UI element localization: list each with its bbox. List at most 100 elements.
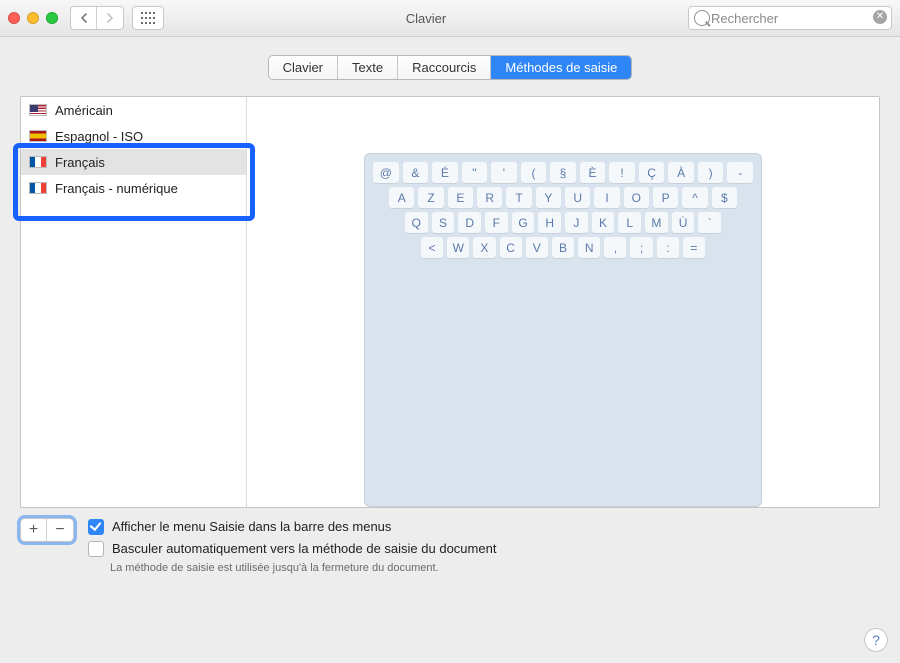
key: , <box>604 237 626 258</box>
input-source-francais[interactable]: Français <box>21 149 246 175</box>
bottom-controls: + − Afficher le menu Saisie dans la barr… <box>20 518 880 574</box>
key: X <box>473 237 495 258</box>
nav-buttons <box>70 6 124 30</box>
flag-fr-icon <box>29 156 47 168</box>
key: R <box>477 187 502 208</box>
keyboard-row-4: <WXCVBN,;:= <box>371 237 755 258</box>
key: D <box>458 212 481 233</box>
key: ( <box>521 162 547 183</box>
add-input-source-button[interactable]: + <box>21 519 47 541</box>
add-remove-buttons: + − <box>20 518 74 542</box>
key: O <box>624 187 649 208</box>
key: F <box>485 212 508 233</box>
key: ) <box>698 162 724 183</box>
zoom-window-icon[interactable] <box>46 12 58 24</box>
chevron-right-icon <box>106 13 114 23</box>
key: = <box>683 237 705 258</box>
flag-us-icon <box>29 104 47 116</box>
titlebar: Clavier Rechercher ✕ <box>0 0 900 37</box>
key: Y <box>536 187 561 208</box>
key: Ù <box>672 212 695 233</box>
key: V <box>526 237 548 258</box>
search-placeholder: Rechercher <box>711 11 778 26</box>
forward-button[interactable] <box>97 7 123 29</box>
key: § <box>550 162 576 183</box>
input-source-espagnol-iso[interactable]: Espagnol - ISO <box>21 123 246 149</box>
option-auto-switch[interactable]: Basculer automatiquement vers la méthode… <box>88 540 880 558</box>
key: N <box>578 237 600 258</box>
checkbox-show-input-menu[interactable] <box>88 519 104 535</box>
key: K <box>592 212 615 233</box>
key: É <box>432 162 458 183</box>
key: W <box>447 237 469 258</box>
segmented-control: Clavier Texte Raccourcis Méthodes de sai… <box>268 55 633 80</box>
input-sources-list: Américain Espagnol - ISO Français França… <box>21 97 247 507</box>
back-button[interactable] <box>71 7 97 29</box>
key: & <box>403 162 429 183</box>
key: ^ <box>682 187 707 208</box>
key: G <box>512 212 535 233</box>
key: " <box>462 162 488 183</box>
key: J <box>565 212 588 233</box>
key: - <box>727 162 753 183</box>
input-source-americain[interactable]: Américain <box>21 97 246 123</box>
key: À <box>668 162 694 183</box>
key: Q <box>405 212 428 233</box>
input-source-label: Américain <box>55 103 113 118</box>
content-area: Clavier Texte Raccourcis Méthodes de sai… <box>0 37 900 663</box>
main-panel: Américain Espagnol - ISO Français França… <box>20 96 880 508</box>
key: @ <box>373 162 399 183</box>
key: ` <box>698 212 721 233</box>
search-input[interactable]: Rechercher ✕ <box>688 6 892 30</box>
key: ' <box>491 162 517 183</box>
option-label: Basculer automatiquement vers la méthode… <box>112 540 496 558</box>
tab-raccourcis[interactable]: Raccourcis <box>398 56 491 79</box>
key: È <box>580 162 606 183</box>
key: : <box>657 237 679 258</box>
checkbox-auto-switch[interactable] <box>88 541 104 557</box>
key: P <box>653 187 678 208</box>
key: ; <box>630 237 652 258</box>
chevron-left-icon <box>80 13 88 23</box>
flag-fr-numeric-icon <box>29 182 47 194</box>
keyboard-row-2: AZERTYUIOP^$ <box>371 187 755 208</box>
key: B <box>552 237 574 258</box>
option-hint: La méthode de saisie est utilisée jusqu'… <box>110 562 880 574</box>
key: Z <box>418 187 443 208</box>
input-source-label: Français - numérique <box>55 181 178 196</box>
close-window-icon[interactable] <box>8 12 20 24</box>
keyboard-preview: @&É"'(§È!ÇÀ)- AZERTYUIOP^$ QSDFGHJKLMÙ` … <box>247 97 879 507</box>
tab-bar: Clavier Texte Raccourcis Méthodes de sai… <box>20 55 880 80</box>
tab-clavier[interactable]: Clavier <box>269 56 338 79</box>
input-source-francais-numerique[interactable]: Français - numérique <box>21 175 246 201</box>
key: M <box>645 212 668 233</box>
option-show-input-menu[interactable]: Afficher le menu Saisie dans la barre de… <box>88 518 880 536</box>
tab-methodes-de-saisie[interactable]: Méthodes de saisie <box>491 56 631 79</box>
key: E <box>448 187 473 208</box>
keyboard-layout: @&É"'(§È!ÇÀ)- AZERTYUIOP^$ QSDFGHJKLMÙ` … <box>364 153 762 507</box>
key: T <box>506 187 531 208</box>
key: ! <box>609 162 635 183</box>
help-button[interactable]: ? <box>864 628 888 652</box>
input-source-label: Français <box>55 155 105 170</box>
window-title: Clavier <box>172 11 680 26</box>
minimize-window-icon[interactable] <box>27 12 39 24</box>
keyboard-row-1: @&É"'(§È!ÇÀ)- <box>371 162 755 183</box>
input-source-label: Espagnol - ISO <box>55 129 143 144</box>
key: Ç <box>639 162 665 183</box>
option-label: Afficher le menu Saisie dans la barre de… <box>112 518 391 536</box>
clear-search-icon[interactable]: ✕ <box>873 10 887 24</box>
tab-texte[interactable]: Texte <box>338 56 398 79</box>
key: L <box>618 212 641 233</box>
options-group: Afficher le menu Saisie dans la barre de… <box>88 518 880 574</box>
search-icon <box>694 10 710 26</box>
preferences-window: Clavier Rechercher ✕ Clavier Texte Racco… <box>0 0 900 663</box>
key: S <box>432 212 455 233</box>
key: $ <box>712 187 737 208</box>
show-all-button[interactable] <box>132 6 164 30</box>
key: A <box>389 187 414 208</box>
key: U <box>565 187 590 208</box>
key: I <box>594 187 619 208</box>
grid-icon <box>141 12 155 24</box>
remove-input-source-button[interactable]: − <box>47 519 73 541</box>
